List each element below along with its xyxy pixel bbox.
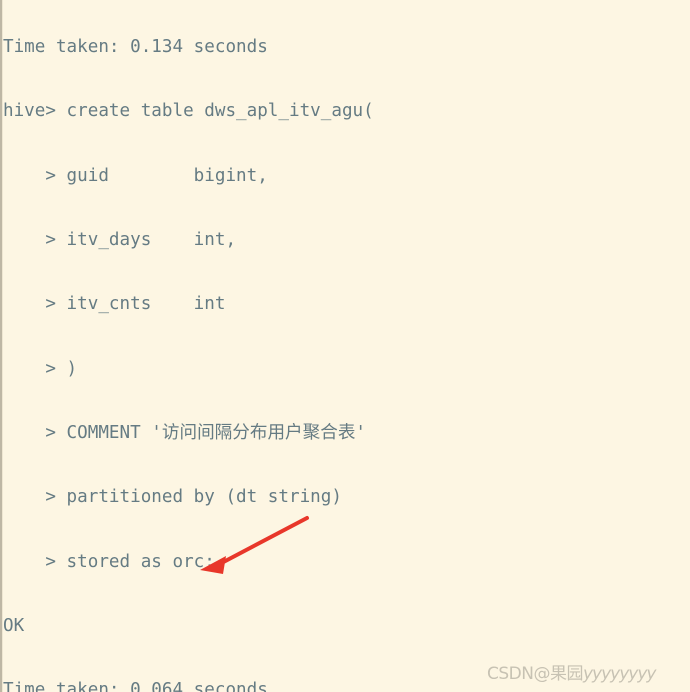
terminal-line: > guid bigint, — [3, 165, 268, 186]
terminal-output[interactable]: Time taken: 0.134 seconds hive> create t… — [3, 0, 690, 692]
terminal-line-command-create-table: hive> create table dws_apl_itv_agu( — [3, 101, 374, 122]
terminal-line-comment: > COMMENT '访问间隔分布用户聚合表' — [3, 422, 367, 443]
terminal-line-status-ok: OK — [3, 616, 25, 636]
terminal-window[interactable]: Time taken: 0.134 seconds hive> create t… — [0, 0, 690, 692]
terminal-line: > itv_days int, — [3, 229, 237, 250]
csdn-watermark: CSDN@果园yyyyyyyy — [487, 659, 656, 684]
terminal-line: > itv_cnts int — [3, 294, 226, 315]
terminal-line: > ) — [3, 358, 78, 379]
watermark-brand: CSDN — [487, 664, 534, 684]
terminal-line: Time taken: 0.134 seconds — [3, 36, 268, 57]
watermark-handle: @果园 — [533, 664, 583, 684]
watermark-tail: yyyyyyyy — [582, 664, 656, 684]
terminal-line: > stored as orc; — [3, 551, 215, 572]
terminal-line: > partitioned by (dt string) — [3, 487, 342, 508]
